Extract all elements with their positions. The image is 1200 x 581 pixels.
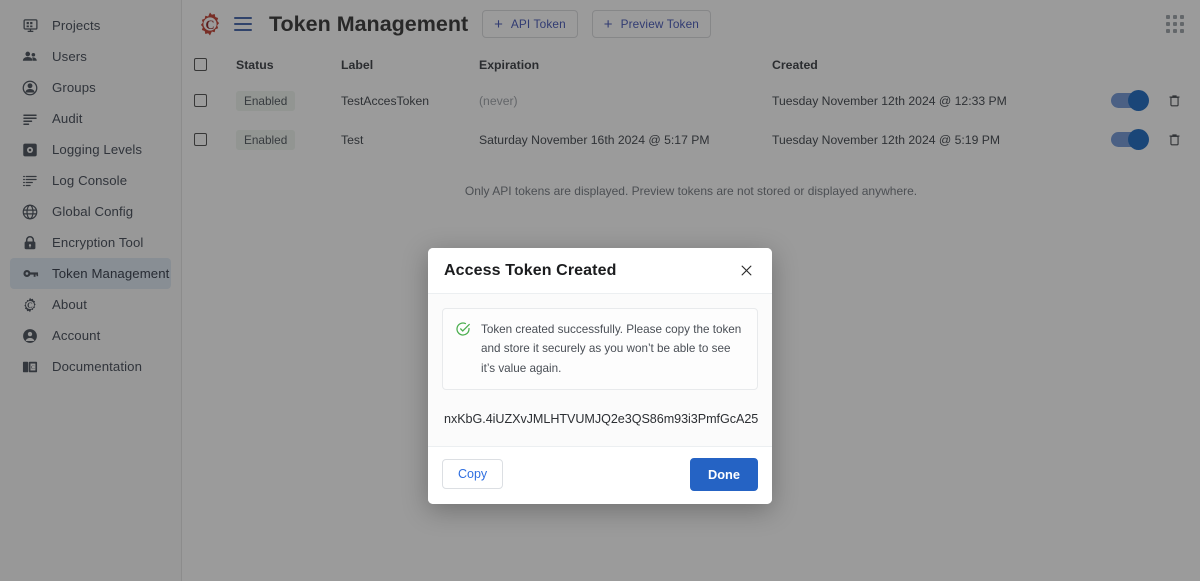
success-check-icon xyxy=(455,321,471,337)
dialog-title: Access Token Created xyxy=(444,261,617,279)
success-alert: Token created successfully. Please copy … xyxy=(442,308,758,390)
dialog-footer: Copy Done xyxy=(428,445,772,504)
app-root: Projects Users Groups Audit Logging Leve… xyxy=(0,0,1200,581)
access-token-created-dialog: Access Token Created Token created succe… xyxy=(428,248,772,504)
close-icon[interactable] xyxy=(736,261,756,281)
done-button[interactable]: Done xyxy=(690,457,758,491)
success-alert-text: Token created successfully. Please copy … xyxy=(481,323,742,375)
token-value[interactable]: nxKbG.4iUZXvJMLHTVUMJQ2e3QS86m93i3PmfGcA… xyxy=(442,404,758,440)
dialog-body: Token created successfully. Please copy … xyxy=(428,294,772,446)
dialog-header: Access Token Created xyxy=(428,248,772,294)
copy-button[interactable]: Copy xyxy=(442,459,504,490)
